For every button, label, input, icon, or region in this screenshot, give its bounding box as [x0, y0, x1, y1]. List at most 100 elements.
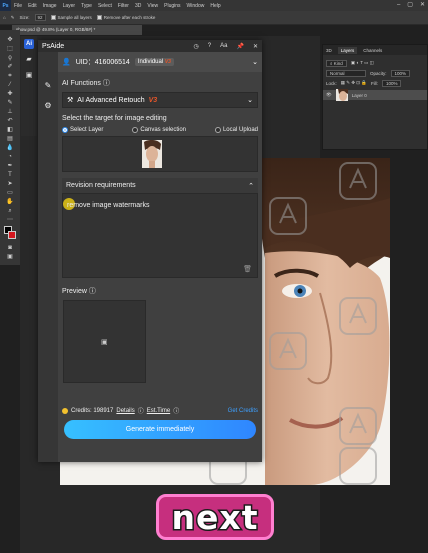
info-icon[interactable]: ⓘ: [103, 80, 110, 87]
est-time-link[interactable]: Est.Time: [147, 408, 170, 414]
eyedropper-tool-icon[interactable]: ⁄: [5, 81, 16, 89]
v3-badge: V3: [148, 96, 158, 104]
menubar: Ps File Edit Image Layer Type Select Fil…: [0, 0, 428, 11]
remove-after-stroke-checkbox[interactable]: Remove after each stroke: [96, 15, 155, 21]
path-select-tool-icon[interactable]: ➤: [5, 180, 16, 188]
history-brush-tool-icon[interactable]: ↶: [5, 117, 16, 125]
tab-channels[interactable]: Channels: [363, 48, 382, 53]
history-icon[interactable]: ◷: [194, 43, 199, 50]
gradient-tool-icon[interactable]: ▤: [5, 135, 16, 143]
layer-thumbnail: [335, 89, 348, 101]
revision-textarea[interactable]: remove image watermarks 🗑: [62, 193, 258, 278]
chat-icon[interactable]: ▰: [24, 55, 34, 65]
color-swatches[interactable]: [4, 226, 16, 242]
close-icon[interactable]: ✕: [253, 43, 258, 50]
chevron-down-icon[interactable]: ⌄: [252, 58, 258, 66]
brush-tool-icon[interactable]: ✎: [5, 99, 16, 107]
next-overlay-badge: next: [156, 494, 274, 540]
help-icon[interactable]: ?: [208, 43, 211, 50]
healing-tool-icon[interactable]: ✚: [5, 90, 16, 98]
visibility-eye-icon[interactable]: 👁: [326, 92, 332, 98]
menu-select[interactable]: Select: [95, 3, 115, 9]
chevron-up-icon[interactable]: ⌃: [248, 182, 254, 190]
revision-header[interactable]: Revision requirements ⌃: [62, 178, 258, 193]
settings-gear-icon[interactable]: ⚙: [38, 96, 58, 116]
minimize-button[interactable]: –: [397, 0, 400, 11]
panel-header: PsAide ◷ ? Aa 📌 ✕: [38, 40, 262, 52]
image-icon[interactable]: ▣: [24, 71, 34, 81]
screen-mode-icon[interactable]: ▣: [5, 253, 16, 261]
get-credits-link[interactable]: Get Credits: [228, 408, 258, 414]
menu-help[interactable]: Help: [207, 3, 223, 9]
background-color[interactable]: [8, 231, 16, 239]
menu-window[interactable]: Window: [184, 3, 208, 9]
radio-select-layer[interactable]: Select Layer: [62, 127, 103, 133]
generate-button[interactable]: Generate immediately: [64, 420, 256, 439]
radio-local-upload[interactable]: Local Upload: [214, 127, 258, 133]
lock-icons[interactable]: ▦ ✎ ✥ ⊡ 🔒: [341, 80, 367, 86]
opacity-input[interactable]: 100%: [390, 69, 411, 77]
size-label: Size:: [19, 15, 30, 20]
translate-icon[interactable]: Aa: [220, 43, 227, 50]
tab-3d[interactable]: 3D: [326, 48, 332, 53]
shape-tool-icon[interactable]: ▭: [5, 189, 16, 197]
lasso-tool-icon[interactable]: ϙ: [5, 54, 16, 62]
edit-brush-icon[interactable]: ✎: [38, 76, 58, 96]
trash-icon[interactable]: 🗑: [243, 265, 252, 273]
home-icon[interactable]: ⌂: [3, 15, 6, 20]
menu-3d[interactable]: 3D: [132, 3, 144, 9]
radio-canvas-selection[interactable]: Canvas selection: [132, 127, 186, 133]
filter-icons[interactable]: ▣ ◐ T ▭ ◫: [351, 60, 374, 66]
details-link[interactable]: Details: [116, 408, 134, 414]
info-icon[interactable]: ⓘ: [138, 406, 144, 415]
menu-edit[interactable]: Edit: [25, 3, 40, 9]
menu-layer[interactable]: Layer: [60, 3, 79, 9]
user-icon[interactable]: 👤: [62, 58, 71, 66]
quick-select-tool-icon[interactable]: ✐: [5, 63, 16, 71]
pin-icon[interactable]: 📌: [236, 43, 243, 50]
brush-tool-icon[interactable]: ✎: [11, 15, 15, 21]
maximize-button[interactable]: ▢: [407, 0, 413, 11]
psaide-logo-icon[interactable]: Ai: [24, 39, 34, 49]
options-bar: ⌂ ✎ Size: 92 Sample all layers Remove af…: [0, 11, 428, 25]
menu-plugins[interactable]: Plugins: [161, 3, 183, 9]
menu-filter[interactable]: Filter: [115, 3, 132, 9]
menu-view[interactable]: View: [144, 3, 161, 9]
fill-input[interactable]: 100%: [381, 79, 402, 87]
quick-mask-icon[interactable]: ◙: [5, 244, 16, 252]
document-tab[interactable]: show.psd @ 49.8% (Layer 0, RGB/8#) *: [12, 25, 142, 35]
tools-panel: ✥ ⬚ ϙ ✐ ⌗ ⁄ ✚ ✎ ⊥ ↶ ◧ ▤ 💧 ◔ ✒ T ➤ ▭ ✋ ⌕ …: [0, 30, 20, 265]
dodge-tool-icon[interactable]: ◔: [5, 153, 16, 161]
layer-filter-row: ⌕ Kind ▣ ◐ T ▭ ◫: [323, 58, 427, 68]
move-tool-icon[interactable]: ✥: [5, 36, 16, 44]
blur-tool-icon[interactable]: 💧: [5, 144, 16, 152]
marquee-tool-icon[interactable]: ⬚: [5, 45, 16, 53]
target-image-box[interactable]: [62, 136, 258, 172]
close-window-button[interactable]: ✕: [420, 0, 425, 11]
preview-label: Preview ⓘ: [62, 288, 96, 295]
stamp-tool-icon[interactable]: ⊥: [5, 108, 16, 116]
zoom-tool-icon[interactable]: ⌕: [5, 207, 16, 215]
ai-function-select[interactable]: ⚒ AI Advanced Retouch V3 ⌄: [62, 92, 258, 108]
type-tool-icon[interactable]: T: [5, 171, 16, 179]
info-icon[interactable]: ⓘ: [173, 406, 179, 415]
hand-tool-icon[interactable]: ✋: [5, 198, 16, 206]
pen-tool-icon[interactable]: ✒: [5, 162, 16, 170]
sample-all-layers-checkbox[interactable]: Sample all layers: [50, 15, 92, 21]
menu-file[interactable]: File: [11, 3, 25, 9]
plan-tag[interactable]: Individual V3: [134, 58, 174, 66]
blend-mode-select[interactable]: Normal: [326, 69, 366, 77]
more-tools-icon[interactable]: ⋯: [5, 216, 16, 224]
crop-tool-icon[interactable]: ⌗: [5, 72, 16, 80]
tab-layers[interactable]: Layers: [337, 46, 358, 54]
size-input[interactable]: 92: [34, 14, 46, 21]
info-icon[interactable]: ⓘ: [89, 288, 96, 295]
blend-row: Normal Opacity: 100%: [323, 68, 427, 78]
menu-type[interactable]: Type: [78, 3, 95, 9]
kind-filter[interactable]: ⌕ Kind: [326, 59, 347, 67]
checkbox-icon: [96, 15, 102, 21]
preview-box[interactable]: ▣: [63, 300, 146, 383]
layer-row[interactable]: 👁 Layer 0: [323, 89, 427, 101]
eraser-tool-icon[interactable]: ◧: [5, 126, 16, 134]
menu-image[interactable]: Image: [40, 3, 60, 9]
